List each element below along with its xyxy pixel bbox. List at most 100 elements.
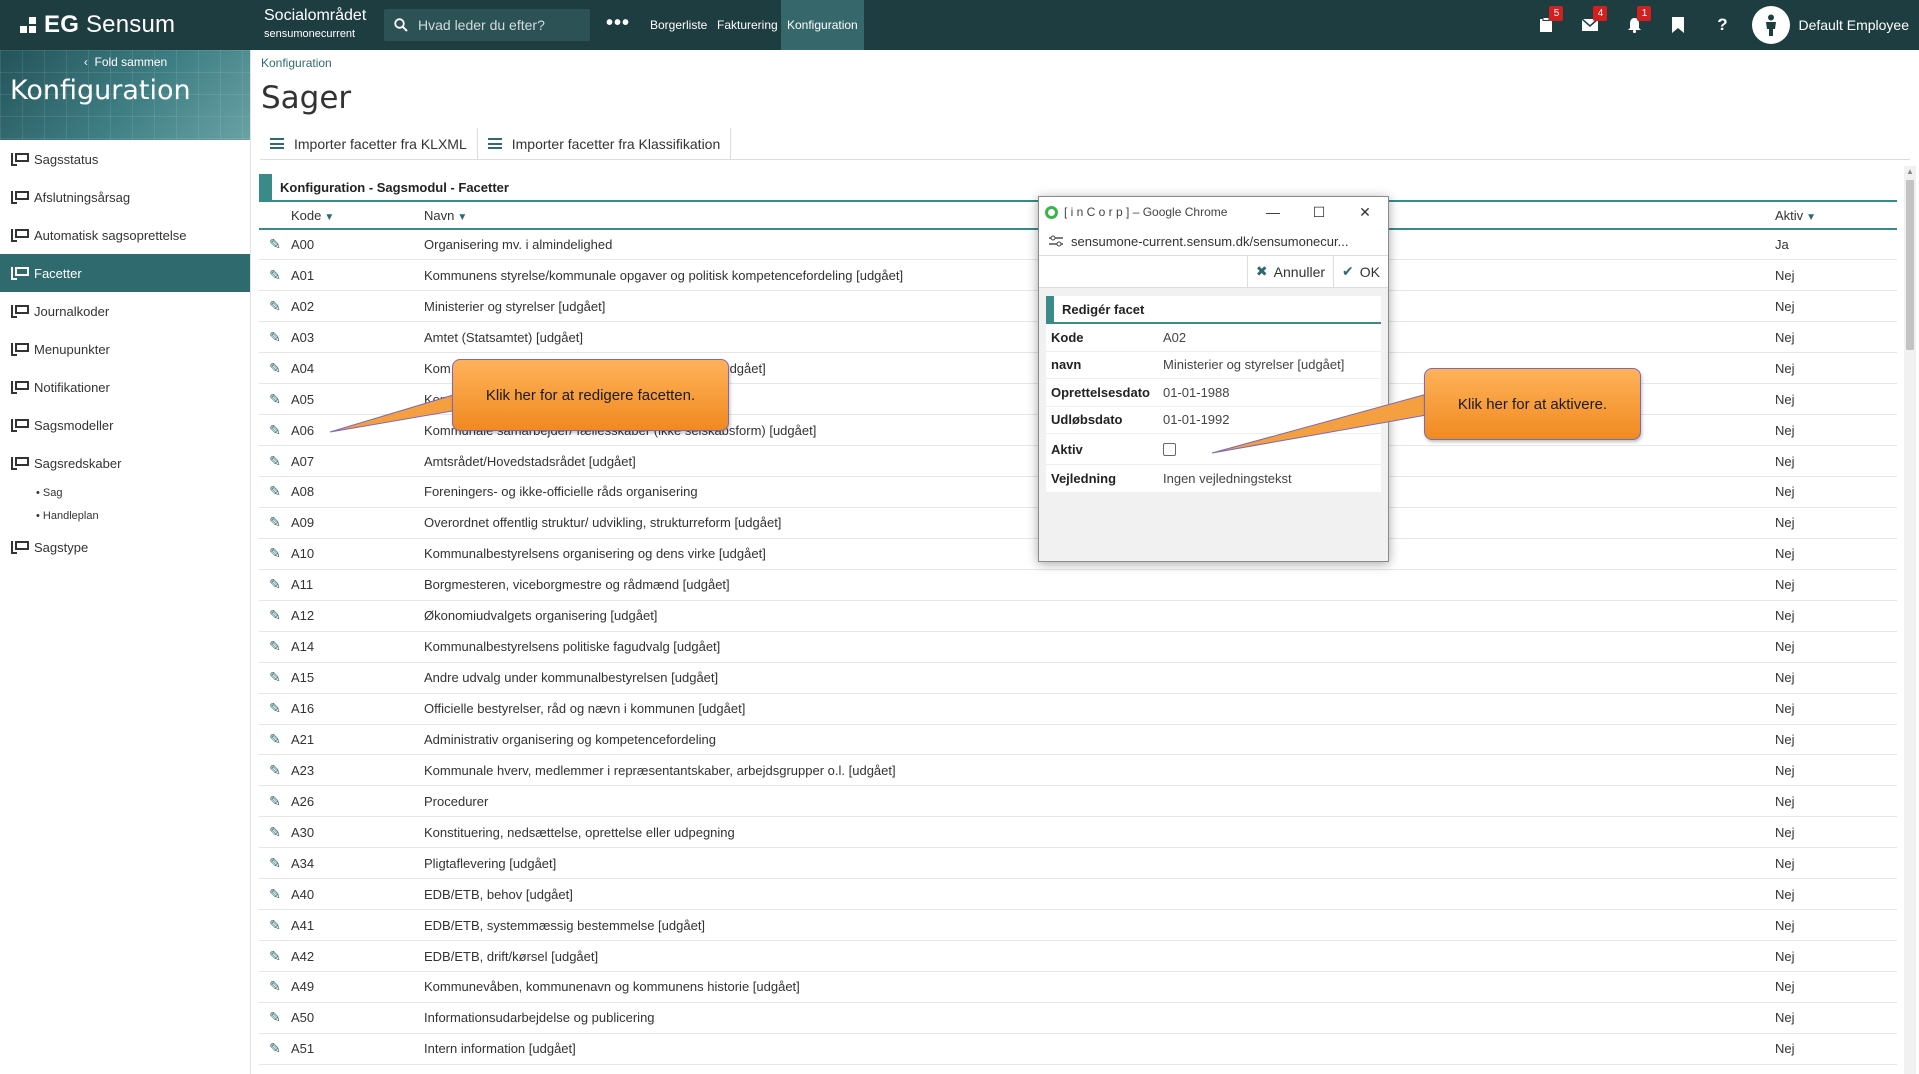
- sidebar-item-sagstype[interactable]: Sagstype: [0, 528, 250, 566]
- facet-form: Redigér facet Kode A02 navn Ministerier og…: [1046, 296, 1381, 493]
- table-row: ✎ A16 Officielle bestyrelser, råd og nævn …: [259, 693, 1897, 725]
- maximize-icon[interactable]: ☐: [1296, 204, 1342, 221]
- tree-icon: [10, 152, 29, 166]
- cell-aktiv: Nej: [1775, 1033, 1897, 1065]
- edit-pencil-icon[interactable]: ✎: [259, 940, 291, 972]
- area-selector[interactable]: Socialområdet sensumonecurrent: [264, 8, 366, 40]
- cell-aktiv: Nej: [1775, 785, 1897, 818]
- import-klassifikation-button[interactable]: Importer facetter fra Klassifikation: [478, 128, 732, 159]
- facet-form-title: Redigér facet: [1046, 296, 1381, 324]
- more-menu-icon[interactable]: •••: [606, 12, 630, 35]
- import-klxml-button[interactable]: Importer facetter fra KLXML: [260, 128, 478, 159]
- edit-pencil-icon[interactable]: ✎: [259, 724, 291, 756]
- cell-kode: A09: [291, 507, 424, 539]
- tree-icon: [10, 304, 29, 318]
- cell-navn: Intern information [udgået]: [424, 1033, 1775, 1065]
- nav-fakturering[interactable]: Fakturering: [711, 0, 784, 50]
- edit-pencil-icon[interactable]: ✎: [259, 909, 291, 942]
- avatar: [1752, 6, 1791, 44]
- top-bar: EG Sensum Socialområdet sensumonecurrent…: [0, 0, 1919, 50]
- scroll-up-icon[interactable]: ▲: [1904, 166, 1916, 178]
- cell-aktiv: Nej: [1775, 847, 1897, 880]
- edit-pencil-icon[interactable]: ✎: [259, 631, 291, 663]
- edit-pencil-icon[interactable]: ✎: [259, 785, 291, 818]
- edit-pencil-icon[interactable]: ✎: [259, 878, 291, 911]
- column-kode[interactable]: Kode ▼: [291, 202, 424, 230]
- mail-badge: 4: [1593, 6, 1608, 21]
- edit-pencil-icon[interactable]: ✎: [259, 816, 291, 849]
- edit-pencil-icon[interactable]: ✎: [259, 538, 291, 570]
- edit-pencil-icon[interactable]: ✎: [259, 414, 291, 447]
- edit-pencil-icon[interactable]: ✎: [259, 259, 291, 292]
- cell-kode: A26: [291, 785, 424, 818]
- cell-kode: A14: [291, 631, 424, 663]
- bookmark-icon[interactable]: [1656, 0, 1700, 50]
- edit-pencil-icon[interactable]: ✎: [259, 971, 291, 1003]
- sidebar-subitem-handleplan[interactable]: • Handleplan: [0, 505, 250, 528]
- bell-icon[interactable]: 1: [1612, 0, 1656, 50]
- cell-kode: A41: [291, 909, 424, 942]
- scrollbar[interactable]: ▲: [1904, 166, 1916, 1074]
- cell-kode: A00: [291, 229, 424, 261]
- facet-actions: ✖ Annuller ✔ OK: [1039, 256, 1388, 288]
- close-icon[interactable]: ✕: [1342, 204, 1388, 221]
- fold-button[interactable]: ‹ Fold sammen: [0, 55, 250, 69]
- table-row: ✎ A50 Informationsudarbejdelse og publicer…: [259, 1002, 1897, 1034]
- user-menu[interactable]: Default Employee: [1744, 6, 1919, 44]
- scroll-thumb[interactable]: [1906, 180, 1914, 350]
- sidebar-item-facetter[interactable]: Facetter: [0, 254, 250, 292]
- column-aktiv[interactable]: Aktiv ▼: [1775, 202, 1897, 230]
- edit-pencil-icon[interactable]: ✎: [259, 229, 291, 261]
- edit-pencil-icon[interactable]: ✎: [259, 445, 291, 477]
- cell-kode: A02: [291, 290, 424, 323]
- edit-pencil-icon[interactable]: ✎: [259, 1002, 291, 1034]
- sidebar-item-journalkoder[interactable]: Journalkoder: [0, 292, 250, 330]
- cell-aktiv: Nej: [1775, 971, 1897, 1003]
- mail-icon[interactable]: 4: [1568, 0, 1612, 50]
- edit-pencil-icon[interactable]: ✎: [259, 693, 291, 725]
- aktiv-checkbox[interactable]: [1163, 442, 1176, 456]
- clipboard-icon[interactable]: 5: [1524, 0, 1568, 50]
- edit-pencil-icon[interactable]: ✎: [259, 507, 291, 539]
- sidebar-subitem-sag[interactable]: • Sag: [0, 482, 250, 505]
- cell-kode: A12: [291, 600, 424, 632]
- sidebar-item-sagsmodeller[interactable]: Sagsmodeller: [0, 406, 250, 444]
- top-icons: 5 4 1 ? Default Employee: [1524, 0, 1919, 50]
- edit-pencil-icon[interactable]: ✎: [259, 569, 291, 601]
- edit-pencil-icon[interactable]: ✎: [259, 600, 291, 632]
- nav-borgerliste[interactable]: Borgerliste: [644, 0, 713, 50]
- sidebar-item-notifikationer[interactable]: Notifikationer: [0, 368, 250, 406]
- cell-navn: Informationsudarbejdelse og publicering: [424, 1002, 1775, 1034]
- edit-pencil-icon[interactable]: ✎: [259, 290, 291, 323]
- breadcrumb[interactable]: Konfiguration: [261, 56, 332, 70]
- cell-kode: A04: [291, 352, 424, 385]
- edit-pencil-icon[interactable]: ✎: [259, 383, 291, 416]
- edit-pencil-icon[interactable]: ✎: [259, 754, 291, 787]
- cell-aktiv: Nej: [1775, 693, 1897, 725]
- ok-button[interactable]: ✔ OK: [1333, 256, 1388, 287]
- edit-pencil-icon[interactable]: ✎: [259, 662, 291, 694]
- table-row: ✎ A41 EDB/ETB, systemmæssig bestemmelse [u…: [259, 909, 1897, 942]
- cell-navn: Andre udvalg under kommunalbestyrelsen […: [424, 662, 1775, 694]
- edit-pencil-icon[interactable]: ✎: [259, 352, 291, 385]
- address-bar[interactable]: sensumone-current.sensum.dk/sensumonecur…: [1039, 227, 1388, 256]
- search-input[interactable]: Hvad leder du efter?: [384, 9, 590, 41]
- cell-kode: A08: [291, 476, 424, 508]
- sidebar-item-afslutningsaarsag[interactable]: Afslutningsårsag: [0, 178, 250, 216]
- edit-pencil-icon[interactable]: ✎: [259, 321, 291, 354]
- brand-logo[interactable]: EG Sensum: [20, 10, 175, 40]
- sidebar-item-sagsredskaber[interactable]: Sagsredskaber: [0, 444, 250, 482]
- minimize-icon[interactable]: —: [1250, 204, 1296, 221]
- edit-pencil-icon[interactable]: ✎: [259, 1033, 291, 1065]
- sidebar-item-automatisk-sagsoprettelse[interactable]: Automatisk sagsoprettelse: [0, 216, 250, 254]
- edit-pencil-icon[interactable]: ✎: [259, 476, 291, 508]
- edit-pencil-icon[interactable]: ✎: [259, 847, 291, 880]
- help-icon[interactable]: ?: [1700, 0, 1744, 50]
- sidebar-item-menupunkter[interactable]: Menupunkter: [0, 330, 250, 368]
- cancel-button[interactable]: ✖ Annuller: [1246, 256, 1333, 287]
- cell-kode: A51: [291, 1033, 424, 1065]
- sidebar-item-sagsstatus[interactable]: Sagsstatus: [0, 140, 250, 178]
- sidebar-title: Konfiguration: [10, 75, 191, 106]
- nav-konfiguration[interactable]: Konfiguration: [781, 0, 864, 50]
- cell-aktiv: Nej: [1775, 569, 1897, 601]
